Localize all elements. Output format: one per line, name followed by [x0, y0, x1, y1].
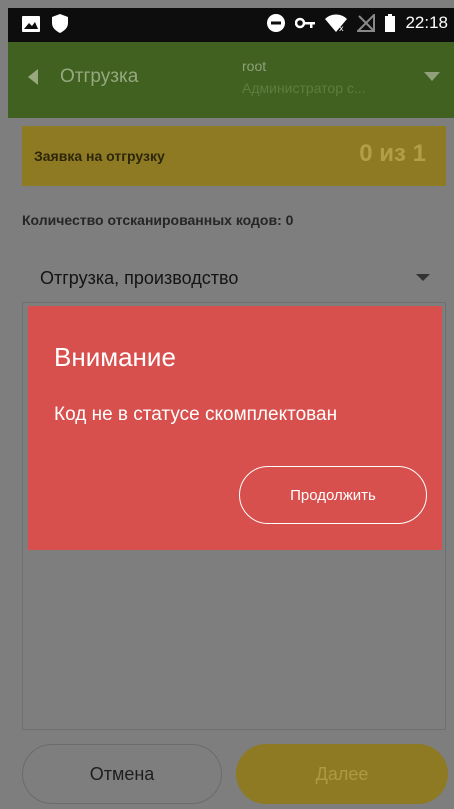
back-arrow-icon[interactable] [28, 69, 38, 85]
battery-icon [385, 14, 396, 32]
dialog-title: Внимание [54, 342, 176, 372]
cancel-button[interactable]: Отмена [22, 744, 222, 804]
dialog-message: Код не в статусе скомплектован [54, 404, 338, 425]
continue-button[interactable]: Продолжить [239, 466, 427, 524]
alert-dialog: Внимание Код не в статусе скомплектован … [28, 306, 442, 550]
dnd-icon [267, 14, 286, 32]
chevron-down-icon[interactable] [424, 72, 440, 81]
user-role: Администратор с... [242, 80, 366, 96]
shield-icon [52, 14, 68, 33]
next-button[interactable]: Далее [236, 744, 448, 804]
operation-select-value: Отгрузка, производство [40, 268, 239, 288]
image-icon [22, 15, 40, 32]
order-card[interactable]: Заявка на отгрузку 0 из 1 [22, 126, 446, 186]
page-title[interactable]: Отгрузка [60, 66, 138, 88]
operation-select[interactable]: Отгрузка, производство [22, 258, 446, 298]
user-name: root [242, 58, 267, 74]
status-bar: x 22:18 [8, 8, 454, 42]
chevron-down-icon [416, 274, 430, 281]
key-icon [295, 17, 316, 29]
order-count: 0 из 1 [359, 140, 426, 167]
scan-count-text: Количество отсканированных кодов: 0 [22, 212, 294, 228]
status-time: 22:18 [405, 13, 448, 32]
no-sim-icon [357, 14, 376, 32]
wifi-icon: x [325, 14, 348, 32]
svg-text:x: x [339, 24, 344, 32]
app-bar: Отгрузка root Администратор с... [8, 42, 454, 118]
order-label: Заявка на отгрузку [34, 148, 165, 164]
